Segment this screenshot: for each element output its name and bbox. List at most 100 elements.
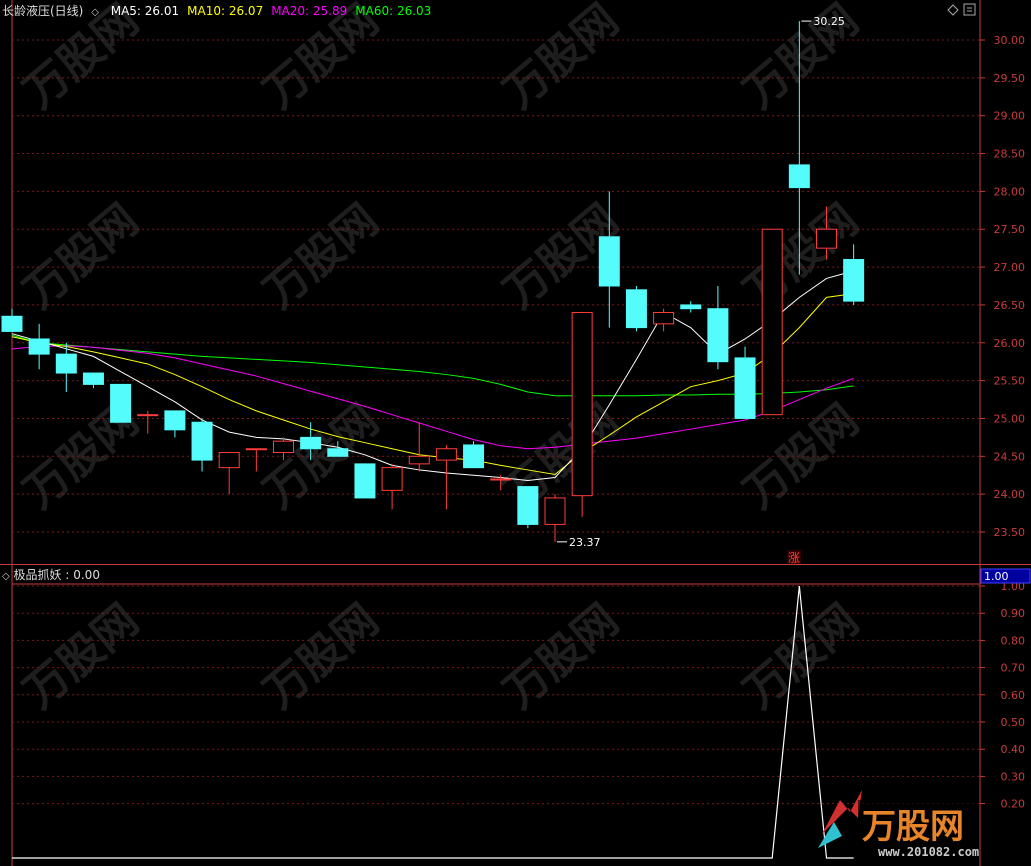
y-tick-label: 29.50 — [994, 72, 1026, 85]
candle-body — [164, 410, 186, 431]
y-tick-label: 27.50 — [994, 223, 1026, 236]
candle-body — [28, 338, 50, 355]
sub-y-tick-label: 0.70 — [1001, 662, 1026, 675]
y-tick-label: 30.00 — [994, 34, 1026, 47]
candle-body — [490, 478, 512, 481]
candle — [761, 228, 783, 416]
candle-body — [653, 311, 675, 325]
candle-body — [680, 304, 702, 310]
sub-y-tick-label: 0.90 — [1001, 607, 1026, 620]
y-tick-label: 26.50 — [994, 299, 1026, 312]
candle-body — [191, 421, 213, 461]
candle-body — [245, 448, 267, 451]
sub-y-tick-label: 0.50 — [1001, 716, 1026, 729]
chart-header: 长龄液压(日线) ◇ MA5: 26.01 MA10: 26.07 MA20: 25… — [2, 2, 431, 19]
indicator-header: ◇ 极品抓妖 : 0.00 — [2, 566, 100, 583]
candle-body — [273, 440, 294, 454]
candle — [544, 494, 566, 542]
ma-legend: MA5: 26.01 MA10: 26.07 MA20: 25.89 MA60: 26… — [103, 4, 432, 18]
candle-body — [816, 228, 837, 249]
y-tick-label: 29.00 — [994, 110, 1026, 123]
candle-body — [381, 467, 403, 491]
candle-body — [300, 436, 322, 450]
ma-label-3: MA60: 26.03 — [355, 4, 432, 18]
sub-y-tick-label: 0.20 — [1001, 798, 1026, 811]
candle-body — [110, 383, 132, 423]
settings-icon[interactable] — [963, 3, 976, 16]
svg-text:www.201082.com: www.201082.com — [878, 845, 979, 859]
candle — [191, 418, 213, 472]
collapse-icon[interactable]: ◇ — [2, 571, 10, 582]
candle-body — [354, 463, 376, 499]
candles — [1, 21, 865, 542]
watermark-text: 万股网 — [254, 195, 388, 319]
svg-text:万股网: 万股网 — [862, 807, 964, 847]
stock-title[interactable]: 长龄液压(日线) — [2, 4, 83, 18]
y-tick-label: 25.50 — [994, 375, 1026, 388]
candle — [408, 422, 430, 472]
candle — [164, 410, 186, 438]
candle — [82, 372, 104, 389]
candle — [28, 323, 50, 370]
candle-body — [734, 357, 756, 419]
candle-body — [327, 448, 349, 457]
candle-body — [707, 308, 729, 363]
candle-body — [1, 315, 23, 332]
candle — [435, 444, 457, 510]
price-axis: 30.00 29.50 29.00 28.50 28.00 27.50 27.00 26.50… — [980, 34, 1025, 539]
candle — [680, 301, 702, 313]
indicator-value: : 0.00 — [65, 568, 100, 582]
sub-y-tick-label: 0.60 — [1001, 689, 1026, 702]
candle — [517, 486, 539, 529]
signal-marker: 涨 — [788, 550, 800, 565]
indicator-name[interactable]: 极品抓妖 — [14, 568, 62, 582]
sub-y-tick-label: 0.30 — [1001, 770, 1026, 783]
y-tick-label: 24.00 — [994, 488, 1026, 501]
candle-body — [544, 497, 566, 525]
y-tick-label: 28.00 — [994, 185, 1026, 198]
ma-label-0: MA5: 26.01 — [110, 4, 180, 18]
candle-body — [761, 228, 783, 416]
ma-label-1: MA10: 26.07 — [187, 4, 264, 18]
candle — [55, 342, 77, 392]
candle — [734, 346, 756, 419]
diamond-icon[interactable] — [947, 4, 959, 16]
kline-chart[interactable]: 万股网 万股网 万股网 万股网万股网 万股网 万股网 万股网万股网 万股网 万股网 万股网万股网万… — [0, 0, 1031, 866]
candle — [843, 244, 865, 305]
candle — [381, 463, 403, 510]
annotation-label: 23.37 — [569, 536, 601, 549]
sub-y-tick-label: 0.80 — [1001, 634, 1026, 647]
brand-logo: 万股网 www.201082.com — [818, 790, 979, 859]
expand-icon[interactable]: ◇ — [91, 7, 99, 18]
candle-body — [788, 164, 810, 189]
candle-body — [435, 448, 457, 461]
y-tick-label: 26.00 — [994, 337, 1026, 350]
candle-body — [598, 236, 620, 287]
candle — [463, 441, 485, 469]
candle — [625, 286, 647, 332]
candle — [707, 286, 729, 370]
candle — [110, 383, 132, 423]
sub-y-tick-label: 0.40 — [1001, 743, 1026, 756]
indicator-axis: 1.000.900.800.700.600.500.400.300.20 — [980, 580, 1025, 811]
candle — [653, 308, 675, 332]
candle-body — [82, 372, 104, 385]
y-tick-label: 24.50 — [994, 450, 1026, 463]
candle — [354, 463, 376, 499]
candle — [218, 452, 240, 495]
watermark-text: 万股网 — [14, 195, 148, 319]
ma-label-2: MA20: 25.89 — [271, 4, 348, 18]
ma5-line — [11, 270, 854, 482]
y-tick-label: 25.00 — [994, 412, 1026, 425]
candle — [1, 308, 23, 332]
watermark-text: 万股网 — [734, 0, 868, 118]
ma-lines — [11, 270, 854, 482]
candle-body — [843, 259, 865, 302]
candle — [571, 311, 593, 517]
candle-body — [137, 414, 159, 417]
candle-body — [625, 289, 647, 329]
candle-body — [517, 486, 539, 525]
watermark-text: 万股网 — [494, 0, 628, 118]
candle-body — [218, 452, 240, 469]
candle-body — [408, 455, 430, 465]
